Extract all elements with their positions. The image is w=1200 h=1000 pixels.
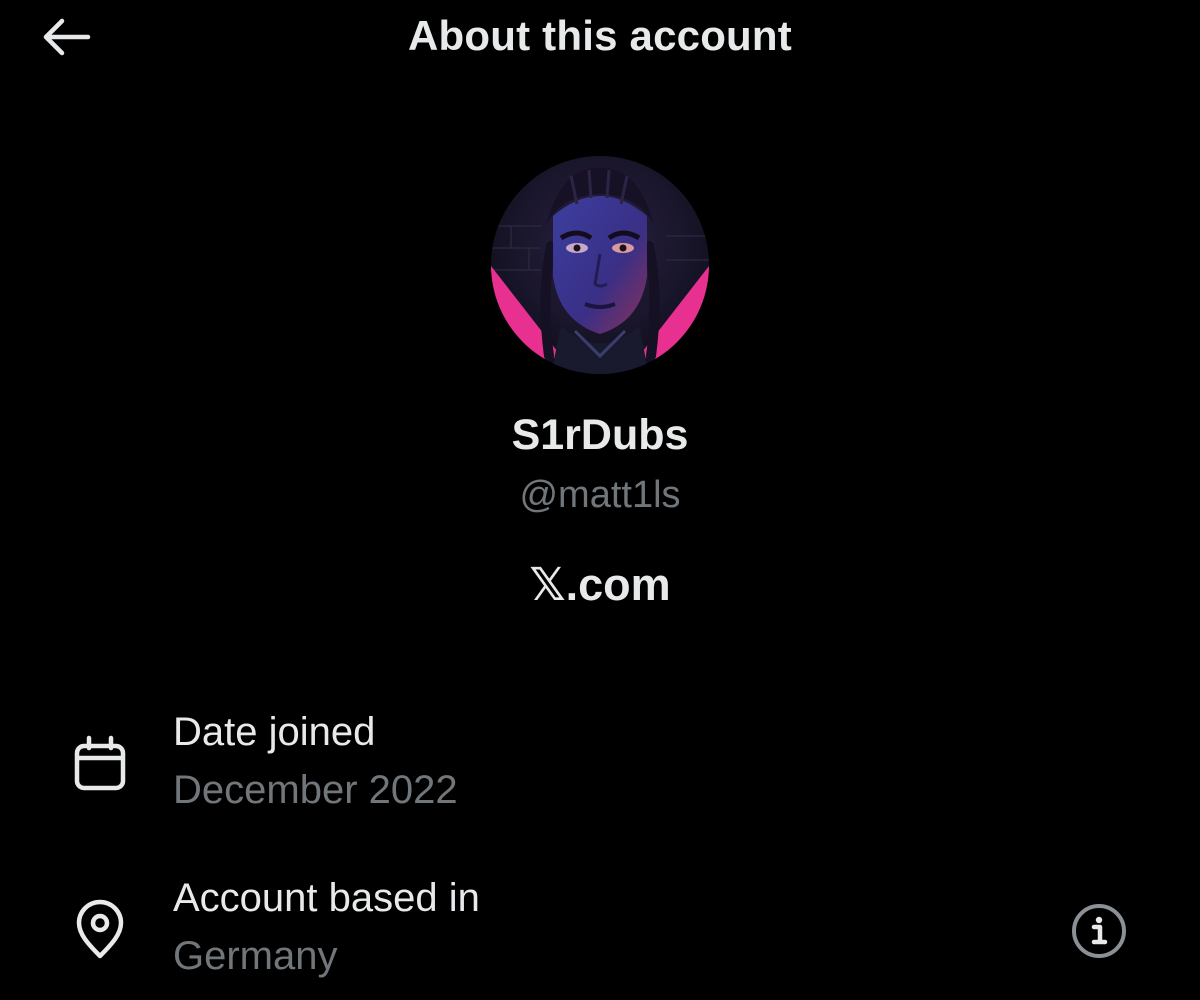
- date-joined-label: Date joined: [173, 710, 376, 754]
- calendar-icon: [74, 735, 126, 791]
- username-handle: @matt1ls: [519, 474, 681, 516]
- account-location-row: Account based in Germany: [0, 872, 1200, 978]
- avatar[interactable]: [491, 156, 709, 374]
- account-location-value: Germany: [173, 934, 338, 978]
- location-info-button[interactable]: [1068, 900, 1130, 962]
- account-location-label: Account based in: [173, 876, 480, 920]
- date-joined-row: Date joined December 2022: [0, 706, 1200, 812]
- display-name: S1rDubs: [511, 411, 689, 459]
- platform-label: 𝕏.com: [529, 559, 671, 610]
- date-joined-value: December 2022: [173, 768, 458, 812]
- info-icon: [1072, 904, 1126, 958]
- top-bar: About this account: [0, 0, 1200, 74]
- location-pin-icon: [76, 899, 124, 959]
- avatar-image: [491, 156, 709, 374]
- page-title: About this account: [408, 12, 792, 59]
